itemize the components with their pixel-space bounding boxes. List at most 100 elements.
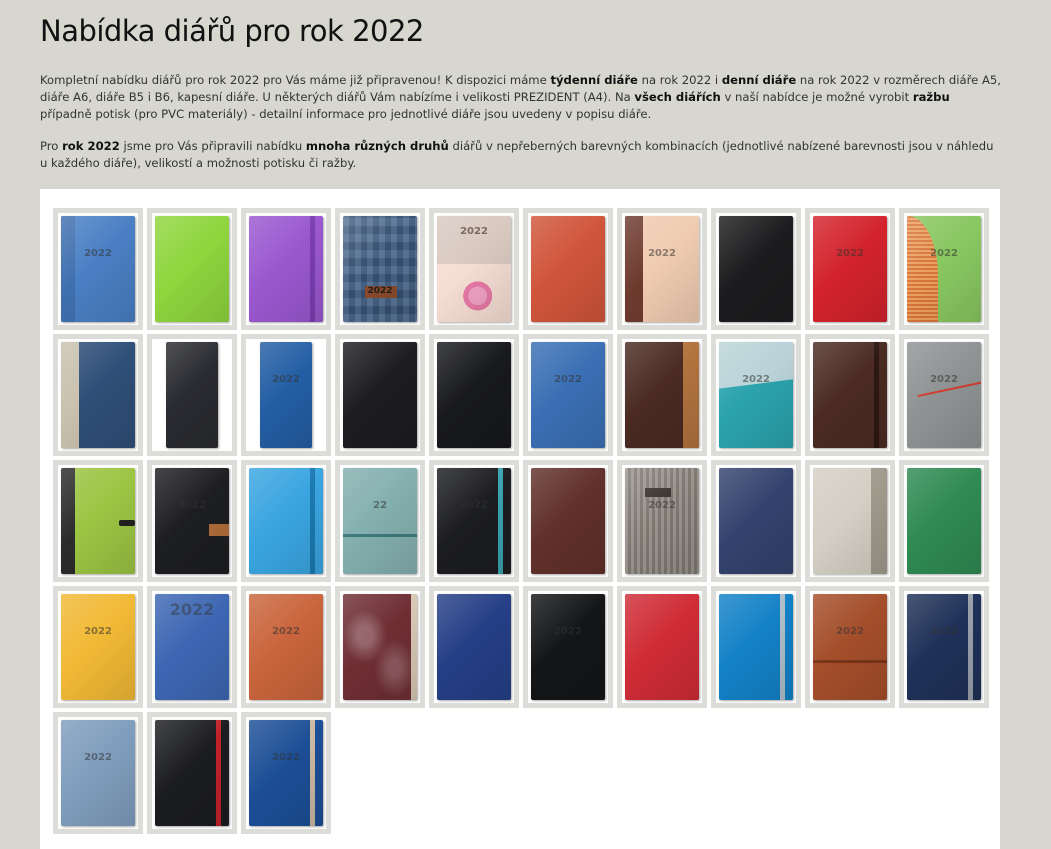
diary-year-label: 2022 xyxy=(84,248,112,259)
diary-thumbnail-frame xyxy=(434,339,514,451)
diary-thumbnail[interactable] xyxy=(711,208,801,330)
diary-thumbnail[interactable]: 2022 xyxy=(53,712,143,834)
diary-thumbnail[interactable] xyxy=(335,586,425,708)
diary-cover-image xyxy=(61,342,135,448)
diary-thumbnail[interactable]: 2022 xyxy=(241,586,331,708)
diary-cover-sheen xyxy=(61,216,135,322)
diary-thumbnail[interactable]: 2022 xyxy=(899,208,989,330)
diary-cover-sheen xyxy=(625,468,699,574)
diary-thumbnail[interactable]: 2022 xyxy=(805,208,895,330)
diary-thumbnail[interactable]: 2022 xyxy=(429,208,519,330)
diary-cover-sheen xyxy=(343,594,417,700)
diary-thumbnail[interactable] xyxy=(53,460,143,582)
diary-thumbnail[interactable] xyxy=(241,460,331,582)
diary-thumbnail[interactable]: 2022 xyxy=(711,334,801,456)
diary-cover-sheen xyxy=(907,216,981,322)
diary-year-label: 2022 xyxy=(460,500,488,511)
diary-cover-sheen xyxy=(61,342,135,448)
diary-cover-image: 2022 xyxy=(531,342,605,448)
diary-thumbnail[interactable] xyxy=(429,334,519,456)
diary-year-label: 2022 xyxy=(742,374,770,385)
diary-thumbnail[interactable] xyxy=(711,460,801,582)
diary-cover-image xyxy=(531,216,605,322)
diary-thumbnail[interactable]: 2022 xyxy=(335,208,425,330)
diary-year-label: 2022 xyxy=(648,500,676,511)
diary-thumbnail[interactable]: 22 xyxy=(335,460,425,582)
diary-thumbnail[interactable] xyxy=(711,586,801,708)
diary-thumbnail-frame: 2022 xyxy=(58,717,138,829)
diary-cover-sheen xyxy=(813,342,887,448)
diary-thumbnail[interactable]: 2022 xyxy=(241,712,331,834)
diary-cover-sheen xyxy=(155,468,229,574)
diary-thumbnail[interactable] xyxy=(335,334,425,456)
diary-thumbnail-frame: 2022 xyxy=(904,339,984,451)
diary-thumbnail[interactable] xyxy=(899,460,989,582)
diary-thumbnail[interactable]: 2022 xyxy=(523,334,613,456)
diary-thumbnail[interactable] xyxy=(523,208,613,330)
diary-cover-image xyxy=(166,342,218,448)
diary-cover-sheen xyxy=(531,468,605,574)
diary-thumbnail[interactable] xyxy=(805,334,895,456)
diary-thumbnail[interactable]: 2022 xyxy=(805,586,895,708)
diary-thumbnail[interactable]: 2022 xyxy=(899,334,989,456)
diary-cover-image: 2022 xyxy=(531,594,605,700)
diary-cover-image: 2022 xyxy=(260,342,312,448)
diary-thumbnail[interactable] xyxy=(147,208,237,330)
diary-cover-sheen xyxy=(813,594,887,700)
diary-thumbnail[interactable]: 2022 xyxy=(617,460,707,582)
diary-thumbnail-frame: 2022 xyxy=(528,339,608,451)
diary-thumbnail-frame xyxy=(340,591,420,703)
diary-thumbnail-frame xyxy=(246,213,326,325)
diary-thumbnail[interactable] xyxy=(617,586,707,708)
diary-cover-image xyxy=(343,594,417,700)
diary-thumbnail[interactable]: 2022 xyxy=(899,586,989,708)
diary-thumbnail[interactable]: 2022 xyxy=(147,460,237,582)
diary-thumbnail-frame xyxy=(716,213,796,325)
diary-cover-image: 2022 xyxy=(155,468,229,574)
diary-cover-sheen xyxy=(343,216,417,322)
diary-thumbnail[interactable]: 2022 xyxy=(523,586,613,708)
diary-thumbnail-frame: 2022 xyxy=(528,591,608,703)
diary-thumbnail[interactable]: 2022 xyxy=(147,586,237,708)
diary-thumbnail[interactable] xyxy=(147,334,237,456)
diary-year-label: 2022 xyxy=(84,626,112,637)
diary-cover-sheen xyxy=(719,594,793,700)
diary-thumbnail-frame xyxy=(716,591,796,703)
diary-thumbnail-frame: 2022 xyxy=(434,465,514,577)
diary-thumbnail-frame: 2022 xyxy=(246,591,326,703)
intro-bold-text: mnoha různých druhů xyxy=(305,139,449,153)
diary-cover-image xyxy=(61,468,135,574)
diary-cover-sheen xyxy=(437,594,511,700)
diary-year-label: 2022 xyxy=(930,374,958,385)
diary-thumbnail[interactable]: 2022 xyxy=(617,208,707,330)
intro-text-run: Kompletní nabídku diářů pro rok 2022 pro… xyxy=(40,73,551,87)
intro-text-run: na rok 2022 i xyxy=(637,73,722,87)
diary-thumbnail[interactable]: 2022 xyxy=(53,586,143,708)
diary-thumbnail[interactable] xyxy=(805,460,895,582)
diary-year-label: 2022 xyxy=(554,626,582,637)
diary-thumbnail-frame xyxy=(152,339,232,451)
diary-cover-image xyxy=(437,594,511,700)
diary-cover-sheen xyxy=(61,720,135,826)
diary-cover-sheen xyxy=(166,342,218,448)
diary-thumbnail[interactable] xyxy=(53,334,143,456)
diary-cover-image xyxy=(531,468,605,574)
diary-cover-image xyxy=(249,468,323,574)
diary-thumbnail-frame xyxy=(810,339,890,451)
diary-thumbnail[interactable]: 2022 xyxy=(429,460,519,582)
diary-cover-image xyxy=(907,468,981,574)
diary-thumbnail[interactable] xyxy=(523,460,613,582)
diary-cover-image xyxy=(719,216,793,322)
diary-thumbnail[interactable]: 2022 xyxy=(53,208,143,330)
diary-cover-sheen xyxy=(813,468,887,574)
diary-year-label: 2022 xyxy=(178,500,206,511)
diary-thumbnail[interactable] xyxy=(429,586,519,708)
diary-cover-sheen xyxy=(155,216,229,322)
diary-thumbnail[interactable] xyxy=(617,334,707,456)
intro-bold-text: denní diáře xyxy=(721,73,797,87)
diary-thumbnail[interactable] xyxy=(147,712,237,834)
diary-cover-sheen xyxy=(719,468,793,574)
diary-cover-image xyxy=(249,216,323,322)
diary-thumbnail[interactable]: 2022 xyxy=(241,334,331,456)
diary-thumbnail[interactable] xyxy=(241,208,331,330)
